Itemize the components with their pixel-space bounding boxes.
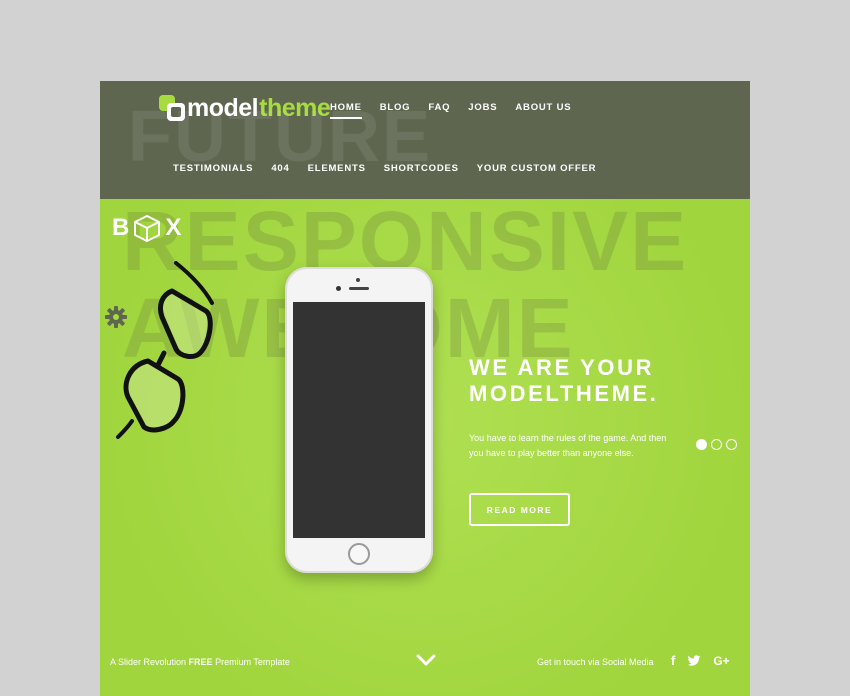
nav-jobs[interactable]: JOBS xyxy=(468,102,497,119)
eyeglasses-image xyxy=(116,261,214,439)
box-logo-letter-b: B xyxy=(112,214,130,241)
hero-heading-line2: MODELTHEME. xyxy=(469,381,659,406)
slider-dot-3[interactable] xyxy=(726,439,737,450)
twitter-icon[interactable] xyxy=(687,655,701,667)
box-logo: B X xyxy=(112,214,181,242)
template-credit: A Slider Revolution FREE Premium Templat… xyxy=(110,657,290,667)
credit-suffix: Premium Template xyxy=(212,657,290,667)
google-plus-icon[interactable]: G+ xyxy=(713,654,729,668)
hero-heading: WE ARE YOUR MODELTHEME. xyxy=(469,355,659,407)
slider-template-preview: FUTURE model theme HOME BLOG FAQ JOBS ABO… xyxy=(100,81,750,696)
slider-dot-2[interactable] xyxy=(711,439,722,450)
credit-bold: FREE xyxy=(188,657,213,667)
hero-heading-line1: WE ARE YOUR xyxy=(469,355,655,380)
read-more-button[interactable]: READ MORE xyxy=(469,493,570,526)
nav-your-custom-offer[interactable]: YOUR CUSTOM OFFER xyxy=(477,163,597,180)
phone-home-button xyxy=(348,543,370,565)
phone-camera xyxy=(356,278,360,282)
smartphone-mockup xyxy=(285,267,433,573)
slider-dot-1[interactable] xyxy=(696,439,707,450)
chevron-down-icon[interactable] xyxy=(416,653,436,667)
hero-subtext-line1: You have to learn the rules of the game.… xyxy=(469,433,667,443)
social-media-label: Get in touch via Social Media xyxy=(537,657,654,667)
nav-about-us[interactable]: ABOUT US xyxy=(515,102,571,119)
cube-icon xyxy=(134,215,161,242)
hero-subtext-line2: you have to play better than anyone else… xyxy=(469,448,634,458)
background-word-future: FUTURE xyxy=(128,97,432,177)
hero-subtext: You have to learn the rules of the game.… xyxy=(469,431,689,461)
facebook-icon[interactable]: f xyxy=(671,654,675,668)
phone-speaker xyxy=(349,287,369,290)
phone-sensor xyxy=(336,286,341,291)
phone-screen xyxy=(293,302,425,538)
box-logo-letter-x: X xyxy=(165,214,182,241)
credit-prefix: A Slider Revolution xyxy=(110,657,189,667)
social-links: f G+ xyxy=(671,654,730,669)
slider-pagination xyxy=(696,439,737,450)
